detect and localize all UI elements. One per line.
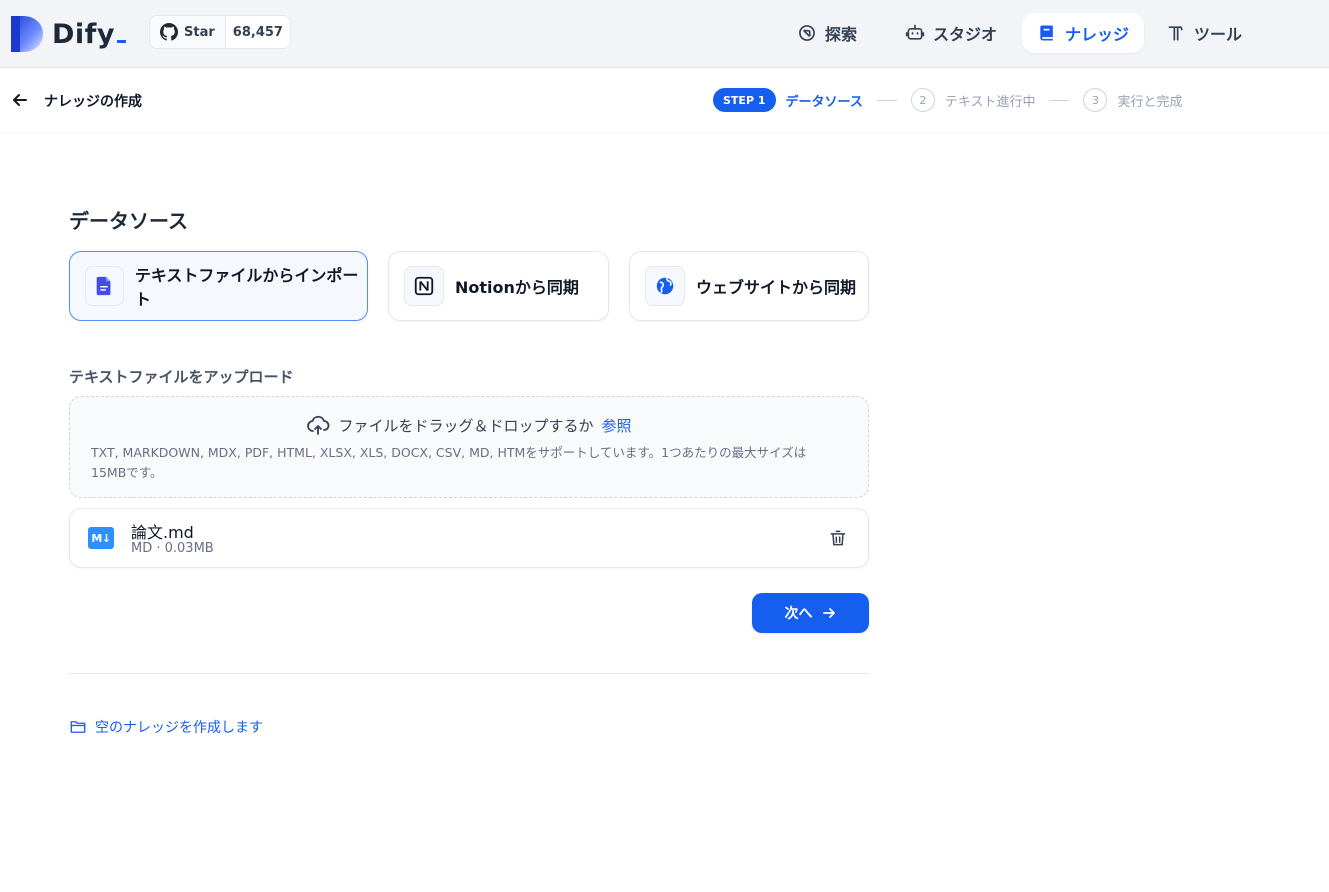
source-text-file-label: テキストファイルからインポート bbox=[134, 266, 359, 309]
divider bbox=[69, 673, 869, 674]
folder-icon bbox=[70, 721, 86, 733]
file-dropzone[interactable]: ファイルをドラッグ＆ドロップするか 参照 TXT, MARKDOWN, MDX,… bbox=[69, 396, 869, 498]
step-1-label: データソース bbox=[785, 94, 863, 110]
top-navigation-bar: Dify Star 68,457 探索 スタジオ ナレッジ ツール bbox=[0, 0, 1329, 68]
nav-explore-label: 探索 bbox=[825, 25, 858, 44]
nav-knowledge-label: ナレッジ bbox=[1065, 25, 1130, 44]
step-2-number: 2 bbox=[910, 88, 935, 112]
cloud-upload-icon bbox=[307, 415, 330, 435]
create-knowledge-header: ナレッジの作成 STEP 1 データソース 2 テキスト進行中 3 実行と完成 bbox=[0, 68, 1329, 133]
source-icon-box bbox=[645, 266, 685, 306]
file-meta: MD · 0.03MB bbox=[131, 541, 214, 556]
nav-studio-label: スタジオ bbox=[933, 25, 998, 44]
step-indicator: STEP 1 データソース 2 テキスト進行中 3 実行と完成 bbox=[713, 88, 1183, 112]
dropzone-hint: TXT, MARKDOWN, MDX, PDF, HTML, XLSX, XLS… bbox=[91, 445, 807, 480]
hammer-icon bbox=[1168, 26, 1183, 41]
file-text-icon bbox=[97, 276, 111, 296]
file-name: 論文.md bbox=[131, 523, 194, 542]
github-star-label: Star bbox=[184, 24, 215, 40]
next-button-label: 次へ bbox=[784, 606, 813, 622]
create-empty-knowledge-label: 空のナレッジを作成します bbox=[95, 720, 263, 736]
dropzone-prompt: ファイルをドラッグ＆ドロップするか bbox=[338, 416, 594, 435]
github-star-count[interactable]: 68,457 bbox=[226, 16, 290, 48]
source-website-label: ウェブサイトから同期 bbox=[696, 278, 857, 297]
next-button[interactable]: 次へ bbox=[752, 593, 869, 633]
github-icon bbox=[160, 23, 178, 41]
notion-icon bbox=[414, 276, 434, 296]
step-3-number: 3 bbox=[1083, 88, 1108, 112]
nav-tools[interactable]: ツール bbox=[1151, 13, 1257, 53]
step-3-label: 実行と完成 bbox=[1117, 94, 1183, 110]
source-text-file-card[interactable]: テキストファイルからインポート bbox=[69, 251, 368, 321]
dify-logo-mark-icon bbox=[11, 16, 43, 52]
arrow-right-icon bbox=[822, 608, 835, 618]
step-2-label: テキスト進行中 bbox=[944, 94, 1036, 110]
step-1-badge: STEP 1 bbox=[713, 88, 776, 112]
compass-icon bbox=[799, 25, 815, 41]
robot-icon bbox=[905, 24, 925, 40]
step-divider bbox=[1049, 99, 1070, 101]
nav-knowledge[interactable]: ナレッジ bbox=[1022, 13, 1145, 53]
source-icon-box bbox=[404, 266, 444, 306]
github-star-button[interactable]: Star bbox=[150, 16, 226, 48]
dropzone-prompt-row: ファイルをドラッグ＆ドロップするか 参照 bbox=[70, 413, 868, 437]
source-notion-card[interactable]: Notionから同期 bbox=[388, 251, 609, 321]
create-empty-knowledge-link[interactable]: 空のナレッジを作成します bbox=[69, 717, 263, 737]
nav-explore[interactable]: 探索 bbox=[782, 13, 872, 53]
nav-studio[interactable]: スタジオ bbox=[890, 13, 1012, 53]
trash-icon[interactable] bbox=[828, 528, 848, 548]
upload-section-title: テキストファイルをアップロード bbox=[69, 368, 294, 386]
step-divider bbox=[876, 99, 897, 101]
source-notion-label: Notionから同期 bbox=[455, 278, 579, 297]
source-icon-box bbox=[85, 266, 124, 306]
globe-icon bbox=[656, 277, 674, 295]
markdown-file-icon: M↓ bbox=[88, 527, 114, 549]
github-star-widget[interactable]: Star 68,457 bbox=[149, 15, 291, 49]
back-arrow-icon[interactable] bbox=[10, 90, 30, 110]
page-title: ナレッジの作成 bbox=[44, 94, 142, 110]
section-title: データソース bbox=[69, 209, 188, 233]
dify-logo[interactable]: Dify bbox=[11, 16, 127, 52]
source-website-card[interactable]: ウェブサイトから同期 bbox=[629, 251, 869, 321]
nav-tools-label: ツール bbox=[1194, 25, 1243, 44]
dify-logo-text: Dify bbox=[52, 19, 127, 50]
uploaded-file-item[interactable]: M↓ 論文.md MD · 0.03MB bbox=[69, 508, 869, 568]
browse-link[interactable]: 参照 bbox=[602, 415, 632, 436]
book-icon bbox=[1040, 25, 1053, 41]
